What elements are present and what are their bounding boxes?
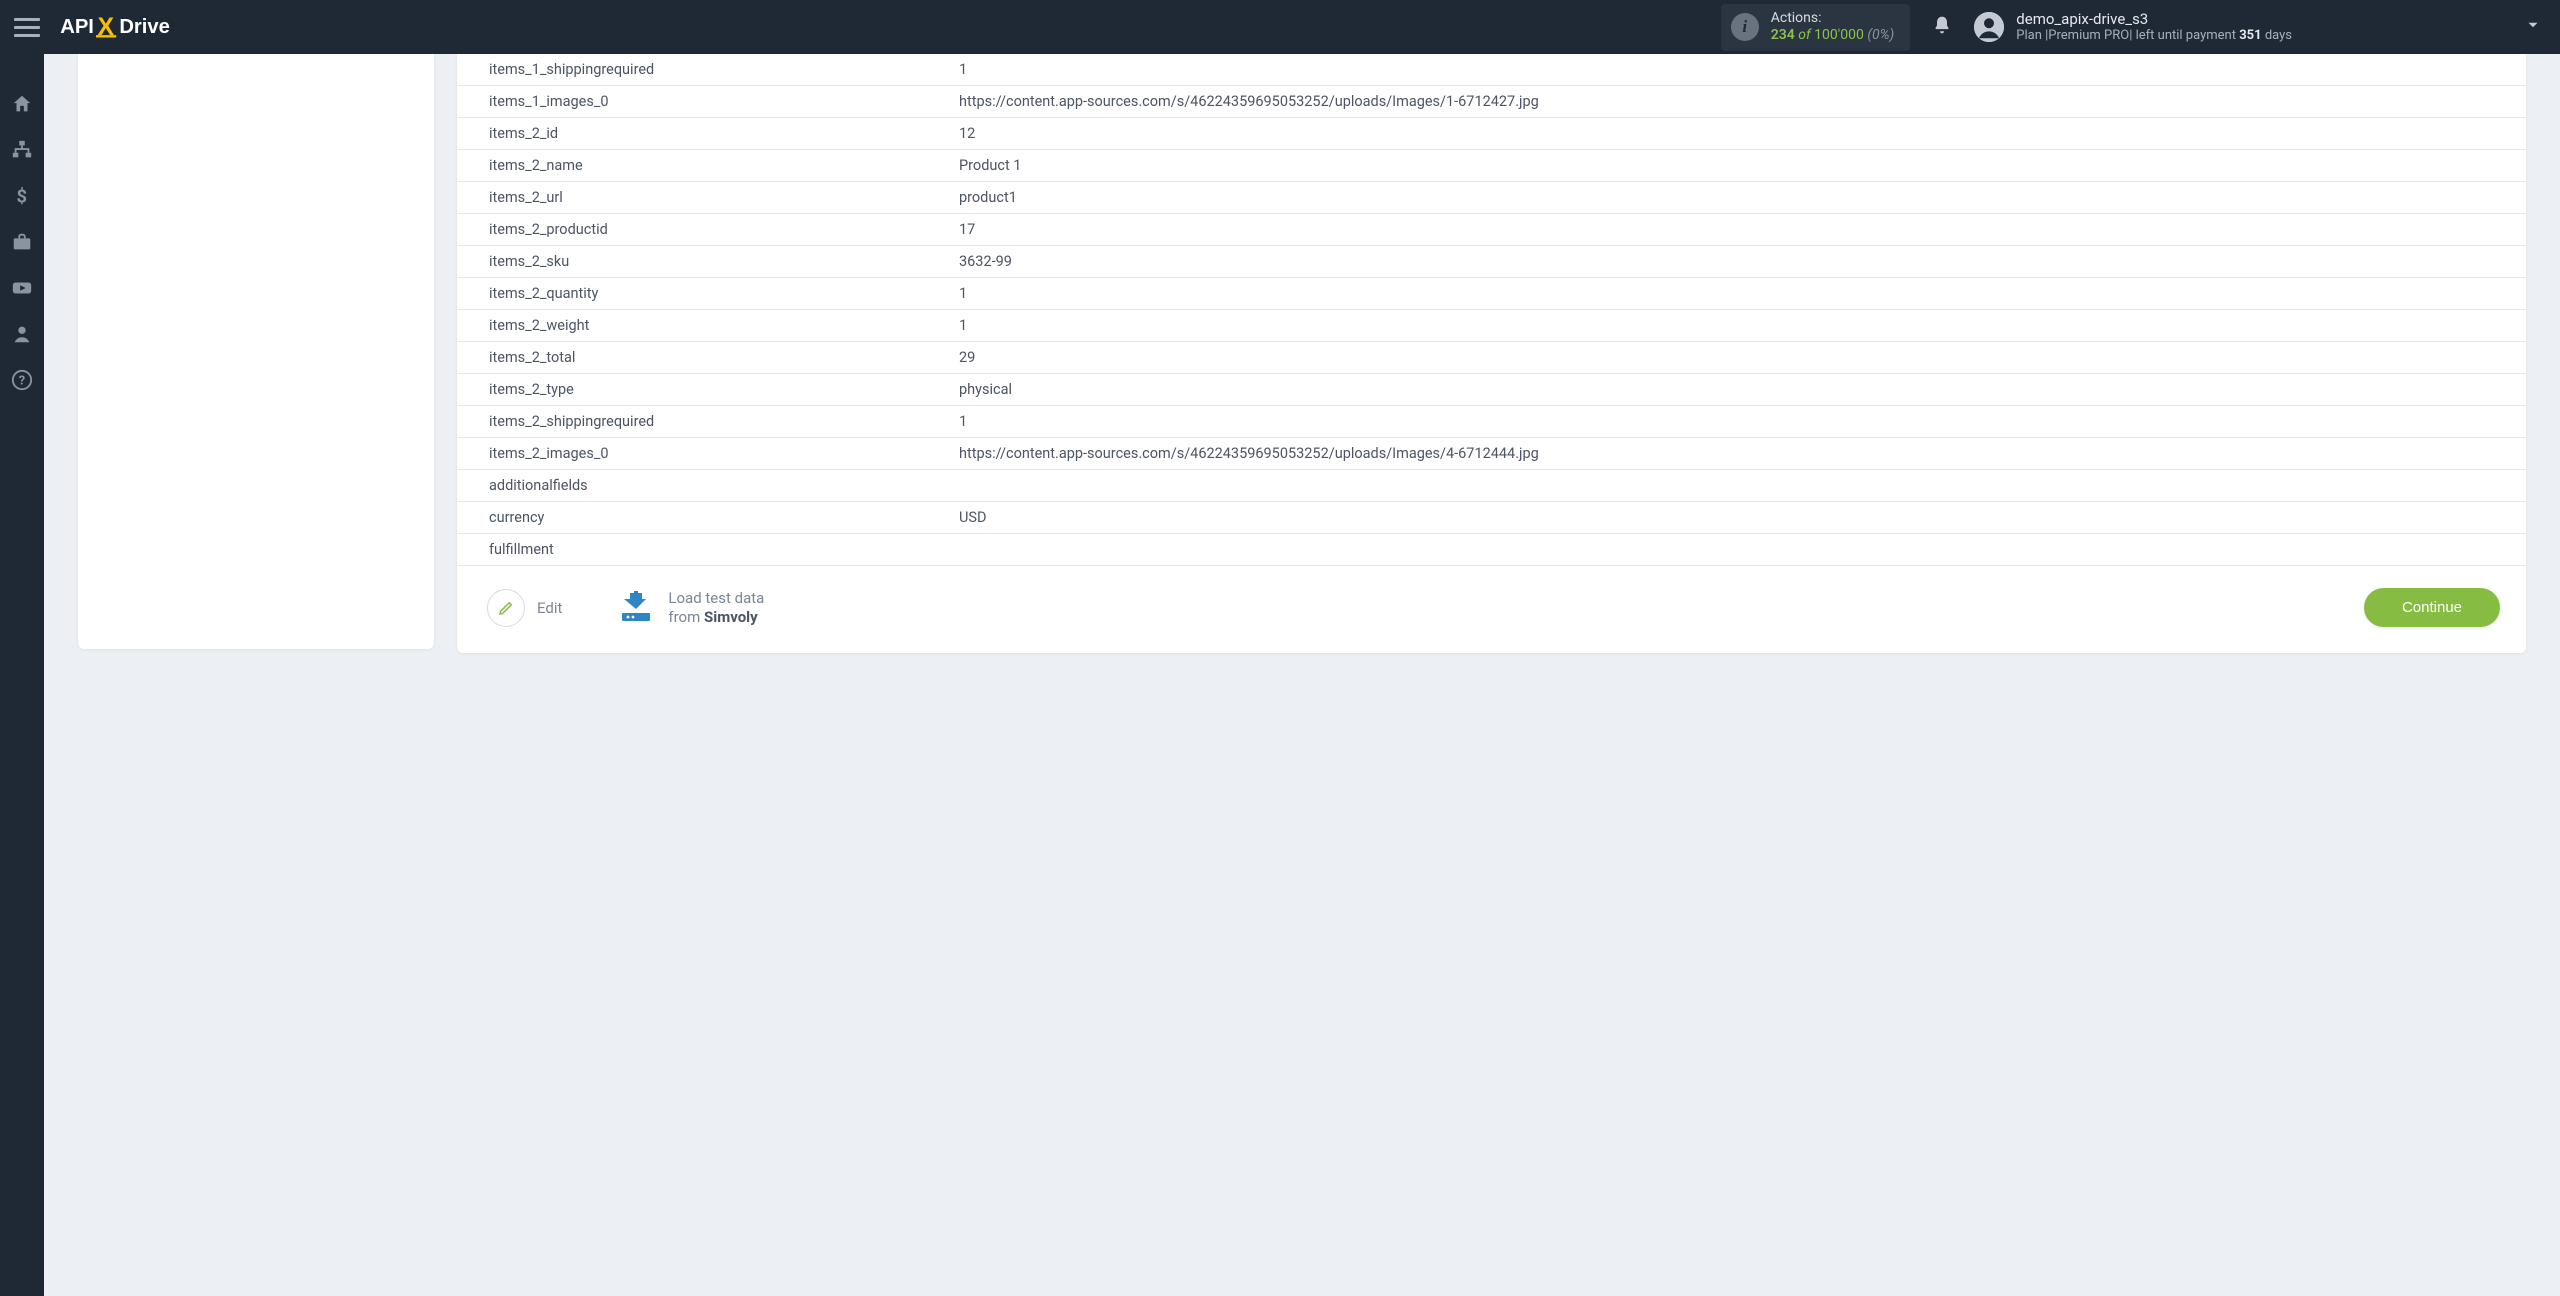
sidebar: $ ? — [0, 54, 44, 1296]
table-row: items_2_productid17 — [457, 214, 2526, 246]
load-source: Simvoly — [704, 608, 758, 626]
actions-used: 234 — [1771, 27, 1795, 43]
field-key: items_2_id — [457, 118, 959, 150]
data-table: items_1_shippingrequired1items_1_images_… — [457, 54, 2526, 566]
field-value: USD — [959, 502, 2526, 534]
field-key: items_2_weight — [457, 310, 959, 342]
load-text: Load test data from Simvoly — [668, 589, 764, 627]
table-row: currencyUSD — [457, 502, 2526, 534]
field-key: items_1_images_0 — [457, 86, 959, 118]
field-key: items_2_shippingrequired — [457, 406, 959, 438]
edit-button[interactable]: Edit — [487, 589, 562, 627]
field-value: 1 — [959, 406, 2526, 438]
field-value: https://content.app-sources.com/s/462243… — [959, 438, 2526, 470]
field-value: 29 — [959, 342, 2526, 374]
field-key: currency — [457, 502, 959, 534]
load-from: from — [668, 608, 700, 626]
table-row: items_2_id12 — [457, 118, 2526, 150]
actions-pct: (0%) — [1867, 27, 1894, 43]
table-row: items_2_shippingrequired1 — [457, 406, 2526, 438]
youtube-icon[interactable] — [10, 276, 34, 300]
plan-days-num: 351 — [2239, 28, 2261, 43]
field-key: items_2_images_0 — [457, 438, 959, 470]
actions-counter[interactable]: i Actions: 234 of 100'000 (0%) — [1721, 4, 1911, 51]
svg-text:?: ? — [19, 374, 25, 389]
table-row: items_2_images_0https://content.app-sour… — [457, 438, 2526, 470]
field-value: physical — [959, 374, 2526, 406]
briefcase-icon[interactable] — [10, 230, 34, 254]
avatar-icon — [1974, 12, 2004, 42]
continue-button[interactable]: Continue — [2364, 588, 2500, 627]
page-content: items_1_shippingrequired1items_1_images_… — [44, 54, 2560, 1296]
table-row: items_1_shippingrequired1 — [457, 54, 2526, 86]
table-row: items_2_quantity1 — [457, 278, 2526, 310]
plan-left: left until payment — [2136, 28, 2236, 43]
field-value: 1 — [959, 278, 2526, 310]
field-value: product1 — [959, 182, 2526, 214]
edit-label: Edit — [537, 599, 562, 617]
pencil-icon — [487, 589, 525, 627]
table-row: additionalfields — [457, 470, 2526, 502]
logo[interactable]: API X Drive — [58, 13, 218, 41]
actions-text: Actions: 234 of 100'000 (0%) — [1771, 10, 1895, 45]
field-key: items_2_total — [457, 342, 959, 374]
table-row: items_2_weight1 — [457, 310, 2526, 342]
username: demo_apix-drive_s3 — [2016, 10, 2292, 29]
actions-row: Edit Load test data — [457, 566, 2526, 627]
plan-name: Premium PRO — [2048, 28, 2129, 43]
table-row: items_2_sku3632-99 — [457, 246, 2526, 278]
download-icon — [618, 589, 654, 627]
field-value: https://content.app-sources.com/s/462243… — [959, 86, 2526, 118]
field-key: items_2_quantity — [457, 278, 959, 310]
menu-toggle-icon[interactable] — [14, 14, 40, 40]
user-icon[interactable] — [10, 322, 34, 346]
home-icon[interactable] — [10, 92, 34, 116]
field-key: fulfillment — [457, 534, 959, 566]
field-key: additionalfields — [457, 470, 959, 502]
field-key: items_2_sku — [457, 246, 959, 278]
help-icon[interactable]: ? — [10, 368, 34, 392]
field-value — [959, 534, 2526, 566]
field-value: 1 — [959, 310, 2526, 342]
user-text: demo_apix-drive_s3 Plan |Premium PRO| le… — [2016, 10, 2292, 45]
table-row: items_1_images_0https://content.app-sour… — [457, 86, 2526, 118]
plan-prefix: Plan | — [2016, 28, 2048, 43]
dollar-icon[interactable]: $ — [10, 184, 34, 208]
actions-label: Actions: — [1771, 10, 1895, 28]
table-row: items_2_total29 — [457, 342, 2526, 374]
actions-limit: 100'000 — [1814, 27, 1864, 43]
field-key: items_2_name — [457, 150, 959, 182]
svg-text:API: API — [60, 16, 94, 38]
field-key: items_2_productid — [457, 214, 959, 246]
table-row: items_2_urlproduct1 — [457, 182, 2526, 214]
table-row: items_2_nameProduct 1 — [457, 150, 2526, 182]
field-value: 12 — [959, 118, 2526, 150]
field-value: 17 — [959, 214, 2526, 246]
field-value: 3632-99 — [959, 246, 2526, 278]
plan-days-word: days — [2265, 28, 2292, 43]
plan-sep: | — [2129, 28, 2132, 43]
field-value: 1 — [959, 54, 2526, 86]
load-test-data-button[interactable]: Load test data from Simvoly — [618, 589, 764, 627]
load-line1: Load test data — [668, 589, 764, 608]
field-key: items_1_shippingrequired — [457, 54, 959, 86]
field-key: items_2_type — [457, 374, 959, 406]
svg-text:Drive: Drive — [119, 16, 170, 38]
sitemap-icon[interactable] — [10, 138, 34, 162]
table-row: fulfillment — [457, 534, 2526, 566]
field-key: items_2_url — [457, 182, 959, 214]
chevron-down-icon — [2524, 16, 2542, 38]
main-panel: items_1_shippingrequired1items_1_images_… — [457, 54, 2526, 653]
left-panel — [78, 54, 434, 649]
actions-of: of — [1798, 27, 1810, 43]
bell-icon[interactable] — [1932, 14, 1952, 40]
table-row: items_2_typephysical — [457, 374, 2526, 406]
field-value — [959, 470, 2526, 502]
svg-text:$: $ — [17, 186, 28, 207]
user-menu[interactable]: demo_apix-drive_s3 Plan |Premium PRO| le… — [1974, 10, 2542, 45]
field-value: Product 1 — [959, 150, 2526, 182]
info-icon: i — [1731, 13, 1759, 41]
topbar: API X Drive i Actions: 234 of 100'000 (0… — [0, 0, 2560, 54]
